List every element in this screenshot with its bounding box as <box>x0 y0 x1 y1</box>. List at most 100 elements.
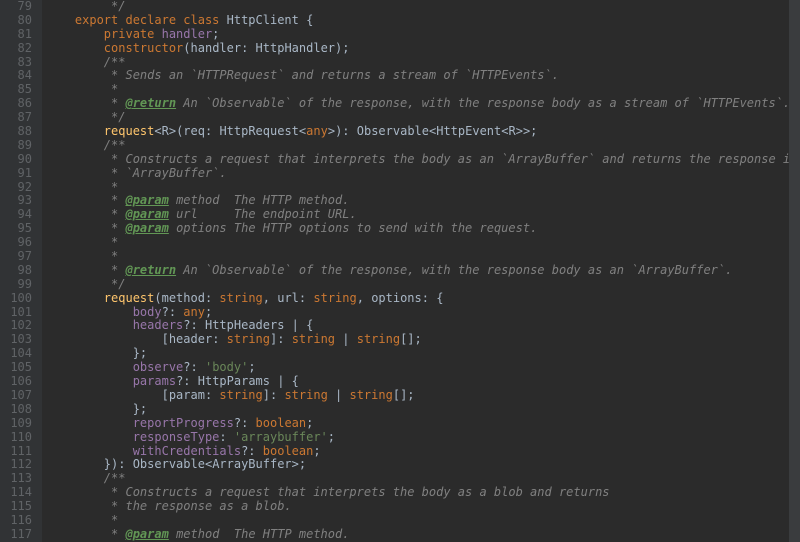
token: []; <box>393 388 415 402</box>
code-line[interactable]: * @param method The HTTP method. <box>46 194 800 208</box>
code-line[interactable]: * Constructs a request that interprets t… <box>46 486 800 500</box>
line-number: 109 <box>0 417 32 431</box>
token: : <box>299 291 313 305</box>
token: * <box>104 527 126 541</box>
token: @param <box>125 193 168 207</box>
code-line[interactable]: private handler; <box>46 28 800 42</box>
code-line[interactable]: request<R>(req: HttpRequest<any>): Obser… <box>46 125 800 139</box>
code-editor[interactable]: 7980818283848586878889909192939495969798… <box>0 0 800 542</box>
line-number: 117 <box>0 528 32 542</box>
token: method <box>162 291 205 305</box>
token: ?: <box>162 305 184 319</box>
code-line[interactable]: /** <box>46 472 800 486</box>
code-line[interactable]: * <box>46 250 800 264</box>
token: ]: <box>270 332 292 346</box>
line-number: 102 <box>0 319 32 333</box>
token: /** <box>104 471 126 485</box>
code-line[interactable]: * `ArrayBuffer`. <box>46 167 800 181</box>
token: @param <box>125 207 168 221</box>
code-line[interactable]: constructor(handler: HttpHandler); <box>46 42 800 56</box>
line-number: 86 <box>0 97 32 111</box>
token: options <box>371 291 422 305</box>
token: : <box>205 291 219 305</box>
token: , <box>357 291 371 305</box>
token: request <box>104 124 155 138</box>
token: param <box>169 388 205 402</box>
line-number: 116 <box>0 514 32 528</box>
token: ArrayBuffer <box>212 457 291 471</box>
token: * <box>104 235 118 249</box>
token: : <box>205 124 219 138</box>
token: handler <box>191 41 242 55</box>
token: */ <box>104 110 126 124</box>
token: * the response as a blob. <box>104 499 292 513</box>
code-area[interactable]: */ export declare class HttpClient { pri… <box>42 0 800 542</box>
code-line[interactable]: body?: any; <box>46 306 800 320</box>
token: ( <box>154 291 161 305</box>
code-line[interactable]: }): Observable<ArrayBuffer>; <box>46 458 800 472</box>
code-line[interactable]: export declare class HttpClient { <box>46 14 800 28</box>
code-line[interactable]: reportProgress?: boolean; <box>46 417 800 431</box>
token: * <box>104 96 126 110</box>
line-number: 97 <box>0 250 32 264</box>
token: method The HTTP method. <box>169 527 350 541</box>
token: string <box>349 388 392 402</box>
token: : <box>241 41 255 55</box>
token: : { <box>422 291 444 305</box>
token: ; <box>212 27 219 41</box>
token: string <box>357 332 400 346</box>
code-line[interactable]: * <box>46 236 800 250</box>
code-line[interactable]: /** <box>46 56 800 70</box>
token: ?: <box>176 374 198 388</box>
code-line[interactable]: withCredentials?: boolean; <box>46 445 800 459</box>
code-line[interactable]: * Constructs a request that interprets t… <box>46 153 800 167</box>
code-line[interactable]: */ <box>46 0 800 14</box>
token: * <box>104 193 126 207</box>
token: options The HTTP options to send with th… <box>169 221 537 235</box>
token: : <box>219 430 233 444</box>
line-number: 115 <box>0 500 32 514</box>
code-line[interactable]: * the response as a blob. <box>46 500 800 514</box>
code-line[interactable]: [param: string]: string | string[]; <box>46 389 800 403</box>
vertical-scrollbar[interactable] <box>789 0 800 542</box>
token: R <box>509 124 516 138</box>
code-line[interactable]: * <box>46 83 800 97</box>
token: | { <box>277 374 299 388</box>
line-number: 107 <box>0 389 32 403</box>
token: /** <box>104 138 126 152</box>
code-line[interactable]: responseType: 'arraybuffer'; <box>46 431 800 445</box>
code-line[interactable]: [header: string]: string | string[]; <box>46 333 800 347</box>
code-line[interactable]: */ <box>46 111 800 125</box>
code-line[interactable]: }; <box>46 347 800 361</box>
line-number: 113 <box>0 472 32 486</box>
code-line[interactable]: /** <box>46 139 800 153</box>
line-number: 87 <box>0 111 32 125</box>
code-line[interactable]: * @param options The HTTP options to sen… <box>46 222 800 236</box>
token: < <box>154 124 161 138</box>
code-line[interactable]: observe?: 'body'; <box>46 361 800 375</box>
line-number: 98 <box>0 264 32 278</box>
line-number: 93 <box>0 194 32 208</box>
token: url <box>277 291 299 305</box>
code-line[interactable]: }; <box>46 403 800 417</box>
code-line[interactable]: request(method: string, url: string, opt… <box>46 292 800 306</box>
token: string <box>227 332 270 346</box>
token: ?: <box>234 416 256 430</box>
code-line[interactable]: * @param url The endpoint URL. <box>46 208 800 222</box>
code-line[interactable]: headers?: HttpHeaders | { <box>46 319 800 333</box>
code-line[interactable]: * @param method The HTTP method. <box>46 528 800 542</box>
token: ; <box>205 305 212 319</box>
code-line[interactable]: * Sends an `HTTPRequest` and returns a s… <box>46 69 800 83</box>
token: withCredentials <box>133 444 241 458</box>
token: ; <box>328 430 335 444</box>
code-line[interactable]: params?: HttpParams | { <box>46 375 800 389</box>
line-number: 106 <box>0 375 32 389</box>
token: R <box>162 124 169 138</box>
code-line[interactable]: * @return An `Observable` of the respons… <box>46 97 800 111</box>
token: >( <box>169 124 183 138</box>
code-line[interactable]: * <box>46 181 800 195</box>
code-line[interactable]: * @return An `Observable` of the respons… <box>46 264 800 278</box>
token: ( <box>183 41 190 55</box>
code-line[interactable]: * <box>46 514 800 528</box>
code-line[interactable]: */ <box>46 278 800 292</box>
